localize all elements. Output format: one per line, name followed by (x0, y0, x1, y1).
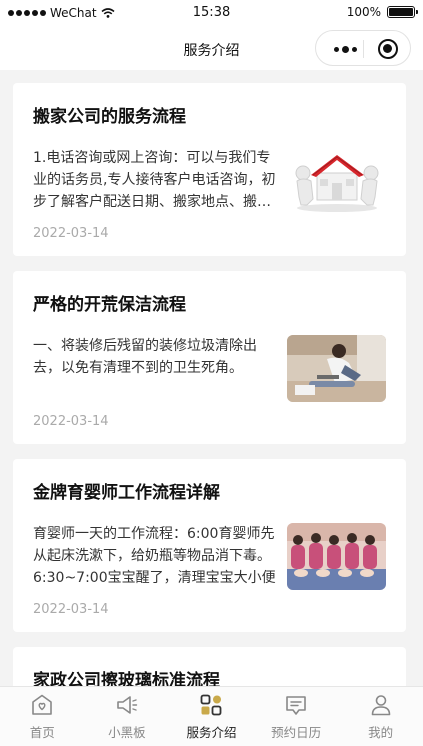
article-card[interactable]: 搬家公司的服务流程 1.电话咨询或网上咨询：可以与我们专业的话务员,专人接待客户… (13, 83, 406, 256)
tab-mine[interactable]: 我的 (338, 687, 423, 746)
tab-service-intro[interactable]: 服务介绍 (169, 687, 254, 746)
article-date: 2022-03-14 (33, 414, 109, 429)
tab-label: 小黑板 (108, 725, 146, 740)
battery-percent: 100% (346, 5, 381, 19)
article-title: 搬家公司的服务流程 (33, 107, 186, 127)
battery-status: 100% (346, 5, 418, 19)
article-date: 2022-03-14 (33, 602, 109, 617)
article-list: 搬家公司的服务流程 1.电话咨询或网上咨询：可以与我们专业的话务员,专人接待客户… (13, 83, 406, 742)
tab-bar: 首页 小黑板 服务介绍 预约日历 我的 (0, 686, 423, 746)
battery-icon (387, 6, 418, 18)
article-summary: 1.电话咨询或网上咨询：可以与我们专业的话务员,专人接待客户电话咨询，初步了解客… (33, 150, 276, 210)
cleaning-worker-image (287, 335, 386, 402)
article-title: 严格的开荒保洁流程 (33, 295, 186, 315)
tab-home[interactable]: 首页 (0, 687, 85, 746)
user-icon (371, 695, 390, 716)
calendar-message-icon (286, 696, 306, 715)
status-bar: WeChat 15:38 100% (0, 0, 423, 28)
tab-booking-calendar[interactable]: 预约日历 (254, 687, 339, 746)
article-card[interactable]: 严格的开荒保洁流程 一、将装修后残留的装修垃圾清除出去，以免有清理不到的卫生死角… (13, 271, 406, 444)
tab-label: 预约日历 (271, 725, 322, 740)
megaphone-icon (117, 696, 138, 714)
tab-label: 首页 (29, 725, 55, 740)
nav-bar: 服务介绍 (0, 28, 423, 70)
tab-label: 我的 (368, 725, 394, 740)
nanny-training-image (287, 523, 386, 590)
article-date: 2022-03-14 (33, 226, 109, 241)
tab-blackboard[interactable]: 小黑板 (85, 687, 170, 746)
mini-program-capsule (315, 30, 411, 66)
capsule-divider (363, 40, 364, 58)
article-card[interactable]: 金牌育婴师工作流程详解 育婴师一天的工作流程：6:00育婴师先从起床洗漱下，给奶… (13, 459, 406, 632)
house-moving-image (287, 147, 386, 214)
grid-icon (201, 694, 222, 716)
article-title: 金牌育婴师工作流程详解 (33, 483, 220, 503)
article-summary: 育婴师一天的工作流程：6:00育婴师先从起床洗漱下，给奶瓶等物品消下毒。6:30… (33, 526, 276, 586)
close-mini-program-icon[interactable] (378, 39, 398, 59)
tab-label: 服务介绍 (186, 725, 237, 740)
home-icon (32, 694, 53, 715)
more-options-icon[interactable] (334, 46, 357, 53)
article-summary: 一、将装修后残留的装修垃圾清除出去，以免有清理不到的卫生死角。 (33, 338, 257, 376)
